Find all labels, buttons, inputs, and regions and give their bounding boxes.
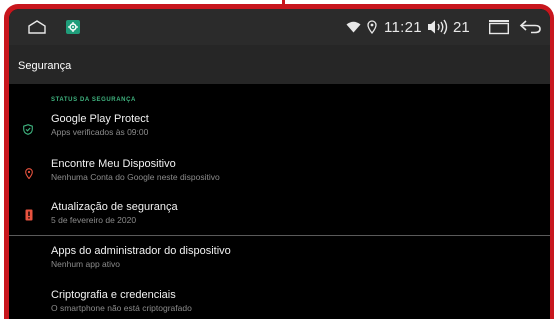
page-title: Segurança (18, 60, 72, 72)
location-pin-icon (25, 166, 33, 184)
item-title: Google Play Protect (51, 113, 149, 125)
item-title: Encontre Meu Dispositivo (51, 158, 176, 170)
list-divider (9, 235, 550, 236)
settings-icon[interactable] (66, 9, 80, 45)
volume-icon[interactable] (427, 9, 451, 45)
item-title: Atualização de segurança (51, 201, 178, 213)
back-icon[interactable] (519, 9, 543, 45)
section-header: STATUS DA SEGURANÇA (51, 97, 136, 103)
wifi-icon (346, 9, 361, 45)
shield-check-icon (23, 122, 33, 140)
device-frame: 11:21 21 Segurança STATUS DA SEGURANÇA G… (0, 0, 560, 319)
item-title: Criptografia e credenciais (51, 289, 176, 301)
recents-icon[interactable] (487, 9, 511, 45)
list-item-google-play-protect[interactable]: Google Play Protect Apps verificados às … (9, 109, 550, 143)
item-subtitle: O smartphone não está criptografado (51, 303, 192, 313)
item-subtitle: Nenhum app ativo (51, 259, 120, 269)
item-title: Apps do administrador do dispositivo (51, 245, 231, 257)
list-item-device-admin-apps[interactable]: Apps do administrador do dispositivo Nen… (9, 241, 550, 275)
list-item-encryption-credentials[interactable]: Criptografia e credenciais O smartphone … (9, 285, 550, 319)
phone-alert-icon (25, 208, 33, 226)
status-time: 11:21 (384, 18, 422, 36)
item-subtitle: Apps verificados às 09:00 (51, 127, 149, 137)
status-bar: 11:21 21 (9, 9, 550, 45)
location-icon (367, 9, 377, 45)
item-subtitle: 5 de fevereiro de 2020 (51, 215, 137, 225)
home-icon[interactable] (27, 9, 47, 45)
item-subtitle: Nenhuma Conta do Google neste dispositiv… (51, 172, 220, 182)
app-bar: Segurança (9, 45, 550, 84)
volume-level: 21 (453, 18, 470, 36)
list-item-security-update[interactable]: Atualização de segurança 5 de fevereiro … (9, 197, 550, 231)
list-item-find-my-device[interactable]: Encontre Meu Dispositivo Nenhuma Conta d… (9, 154, 550, 188)
device-screen: 11:21 21 Segurança STATUS DA SEGURANÇA G… (9, 9, 550, 319)
